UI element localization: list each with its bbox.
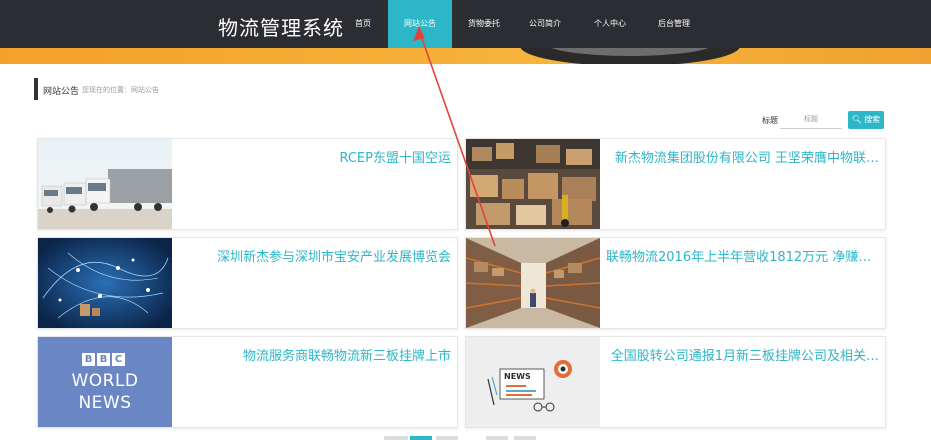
news-illustration-label: NEWS [504,372,531,381]
notice-card[interactable]: 联畅物流2016年上半年营收1812万元 净赚6… [465,237,886,329]
breadcrumb-marker [34,78,38,100]
nav-item-profile[interactable]: 个人中心 [586,0,634,48]
nav-item-notices[interactable]: 网站公告 [388,0,452,48]
pagination-prev[interactable] [384,436,408,440]
warehouse-parcels-photo [466,139,600,229]
bbc-logo-world: WORLD [71,371,139,391]
bbc-logo-news: NEWS [78,393,132,413]
pagination-next[interactable] [514,436,536,440]
breadcrumb-path: 您现在的位置：网站公告 [82,86,159,94]
notice-title[interactable]: 物流服务商联畅物流新三板挂牌上市 [178,345,451,364]
notice-title[interactable]: 联畅物流2016年上半年营收1812万元 净赚6… [606,246,879,265]
breadcrumb-title: 网站公告 [43,87,80,97]
site-brand[interactable]: 物流管理系统 [218,12,344,41]
nav-item-home[interactable]: 首页 [346,0,380,48]
hero-banner [0,48,931,64]
notice-card[interactable]: 新杰物流集团股份有限公司 王坚荣膺中物联… [465,138,886,230]
notice-title[interactable]: RCEP东盟十国空运 [178,147,451,166]
network-globe-photo [38,238,172,328]
bbc-logo-letter: B [97,353,110,366]
top-navbar: 物流管理系统 首页 网站公告 货物委托 公司简介 个人中心 后台管理 [0,0,931,48]
nav-item-admin[interactable]: 后台管理 [650,0,698,48]
notice-title[interactable]: 新杰物流集团股份有限公司 王坚荣膺中物联… [606,147,879,166]
notice-card[interactable]: NEWS 全国股转公司通报1月新三板挂牌公司及相关… [465,336,886,428]
search-label: 标题 [762,116,778,125]
notice-card[interactable]: B B C WORLD NEWS 物流服务商联畅物流新三板挂牌上市 [37,336,458,428]
pagination-page[interactable] [436,436,458,440]
notice-card[interactable]: 深圳新杰参与深圳市宝安产业发展博览会 [37,237,458,329]
search-input[interactable] [780,110,842,129]
nav-item-cargo[interactable]: 货物委托 [460,0,508,48]
warehouse-shelves-photo [466,238,600,328]
notice-title[interactable]: 深圳新杰参与深圳市宝安产业发展博览会 [178,246,451,265]
notice-title[interactable]: 全国股转公司通报1月新三板挂牌公司及相关… [606,345,879,364]
search-button[interactable]: 🔍︎ 搜索 [848,111,884,129]
pagination-page[interactable] [486,436,508,440]
news-illustration: NEWS [466,337,600,427]
bbc-logo-letter: B [82,353,95,366]
pagination-current[interactable] [410,436,432,440]
notice-card[interactable]: RCEP东盟十国空运 [37,138,458,230]
nav-item-company[interactable]: 公司简介 [521,0,569,48]
bbc-logo-letter: C [112,353,125,366]
bbc-world-news-logo: B B C WORLD NEWS [38,337,172,427]
search-icon: 🔍︎ [851,115,862,124]
search-button-label: 搜索 [864,115,881,124]
news-illustration-art [487,360,572,412]
trucks-photo [38,139,172,229]
